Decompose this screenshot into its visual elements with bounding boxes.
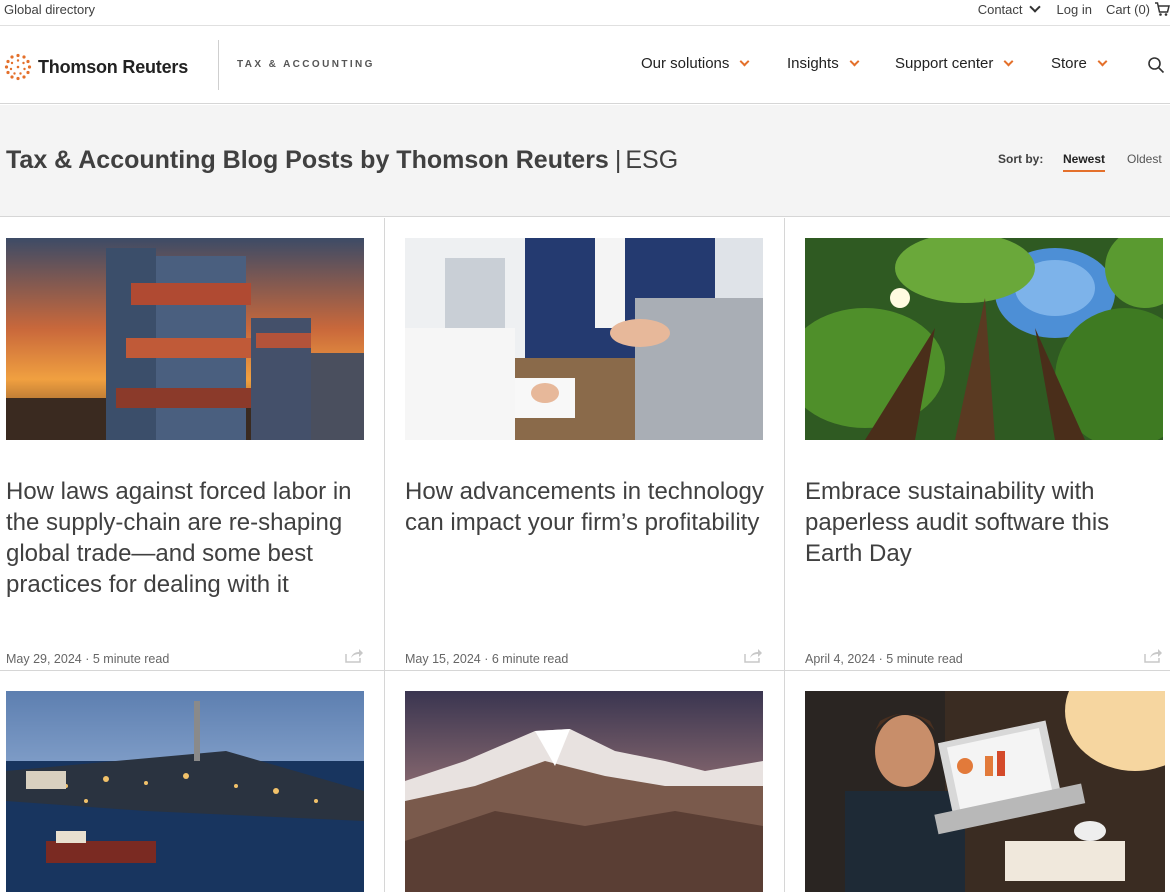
share-icon [345, 649, 363, 663]
card-meta: April 4, 2024 · 5 minute read [805, 652, 963, 666]
utility-bar: Global directory Contact Log in Cart (0) [0, 0, 1170, 26]
card-meta: May 15, 2024 · 6 minute read [405, 652, 569, 666]
sort-label: Sort by: [998, 152, 1044, 166]
card-title[interactable]: How laws against forced labor in the sup… [6, 476, 366, 600]
thomson-reuters-logo-icon [4, 53, 32, 81]
nav-label: Store [1051, 55, 1087, 72]
card-meta: May 29, 2024 · 5 minute read [6, 652, 170, 666]
login-link[interactable]: Log in [1057, 2, 1092, 17]
division-name: TAX & ACCOUNTING [237, 59, 375, 70]
share-icon [744, 649, 762, 663]
chevron-down-icon [739, 56, 750, 67]
logo-divider [218, 40, 219, 90]
blog-card[interactable]: Embrace sustainability with paperless au… [805, 238, 1165, 670]
column-divider [384, 218, 385, 892]
logo-link[interactable]: Thomson Reuters [4, 53, 188, 81]
card-title[interactable]: Embrace sustainability with paperless au… [805, 476, 1165, 569]
utility-right: Contact Log in Cart (0) [978, 1, 1170, 17]
card-image[interactable] [405, 691, 763, 892]
card-image[interactable] [6, 691, 364, 892]
blog-card[interactable] [405, 691, 765, 892]
nav-support-center[interactable]: Support center [895, 55, 1014, 72]
search-button[interactable] [1147, 56, 1165, 79]
nav-our-solutions[interactable]: Our solutions [641, 55, 750, 72]
share-icon [1144, 649, 1162, 663]
share-button[interactable] [1143, 648, 1163, 669]
contact-label: Contact [977, 1, 1023, 17]
brand-name: Thomson Reuters [38, 56, 189, 77]
column-divider [784, 218, 785, 892]
cart-link[interactable]: Cart (0) [1106, 1, 1170, 17]
page-title-text: Tax & Accounting Blog Posts by Thomson R… [6, 146, 609, 174]
blog-card[interactable]: How laws against forced labor in the sup… [6, 238, 366, 670]
nav-label: Our solutions [641, 55, 730, 72]
share-button[interactable] [743, 648, 763, 669]
card-image[interactable] [405, 238, 763, 440]
chevron-down-icon [1028, 1, 1041, 13]
site-header: Thomson Reuters TAX & ACCOUNTING Our sol… [0, 26, 1170, 104]
cart-icon [1155, 2, 1170, 16]
blog-post-grid: How laws against forced labor in the sup… [0, 218, 1170, 892]
card-image[interactable] [6, 238, 364, 440]
contact-menu[interactable]: Contact [977, 1, 1041, 17]
global-directory-link[interactable]: Global directory [4, 2, 95, 17]
sort-newest-button[interactable]: Newest [1063, 152, 1106, 172]
row-divider [0, 670, 1170, 671]
blog-card[interactable] [6, 691, 366, 892]
share-button[interactable] [344, 648, 364, 669]
card-image[interactable] [805, 691, 1165, 892]
nav-label: Insights [787, 55, 839, 72]
nav-label: Support center [895, 55, 994, 72]
page-title: Tax & Accounting Blog Posts by Thomson R… [6, 146, 678, 175]
card-image[interactable] [805, 238, 1163, 440]
search-icon [1148, 57, 1165, 74]
cart-label: Cart (0) [1105, 1, 1150, 17]
sort-oldest-button[interactable]: Oldest [1127, 152, 1162, 166]
blog-card[interactable]: How advancements in technology can impac… [405, 238, 765, 670]
blog-card[interactable] [805, 691, 1165, 892]
page-banner: Tax & Accounting Blog Posts by Thomson R… [0, 105, 1170, 217]
category-tag: ESG [625, 146, 679, 174]
chevron-down-icon [1097, 56, 1108, 67]
chevron-down-icon [1003, 56, 1014, 67]
card-title[interactable]: How advancements in technology can impac… [405, 476, 765, 538]
nav-store[interactable]: Store [1051, 55, 1108, 72]
nav-insights[interactable]: Insights [787, 55, 860, 72]
chevron-down-icon [849, 56, 860, 67]
title-separator: | [614, 146, 622, 174]
